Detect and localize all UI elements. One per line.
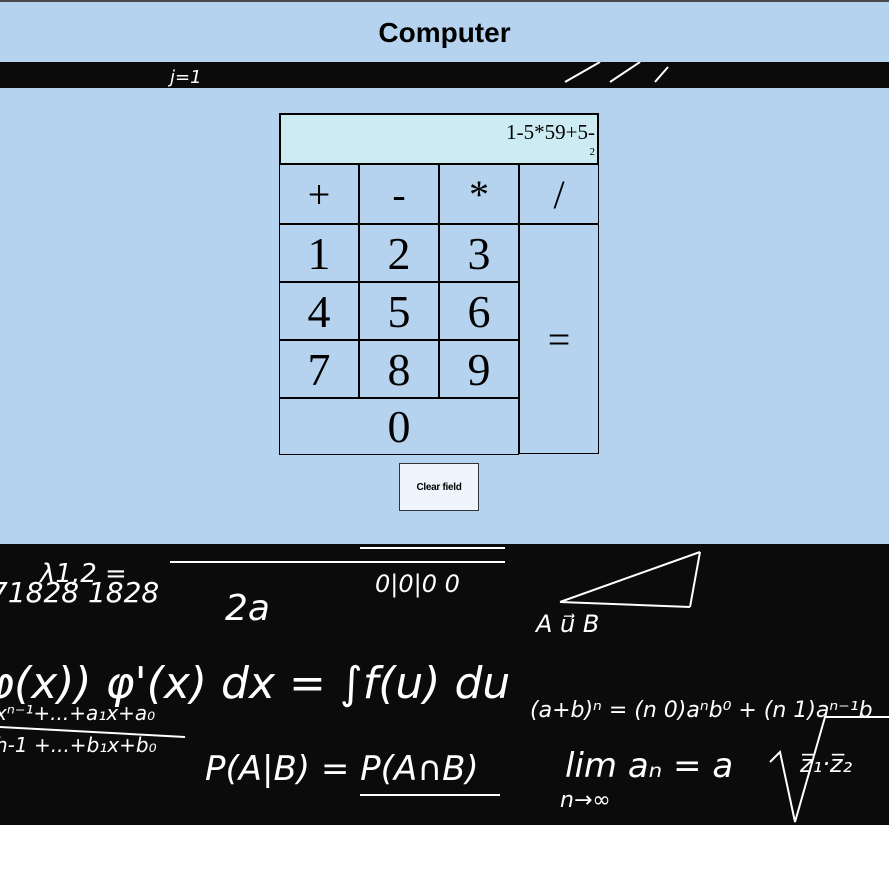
formula-text: 2a [225,588,270,629]
formula-text: (a+b)ⁿ = (n 0)aⁿb⁰ + (n 1)aⁿ⁻¹b [530,698,873,723]
display-subline: 2 [589,146,596,158]
formula-text: P(A|B) = P(A∩B) [205,749,479,789]
equals-button[interactable]: = [519,224,599,454]
formula-text: j=1 [167,67,202,88]
digit-2-button[interactable]: 2 [359,224,439,282]
formula-text: A u⃗ B [534,610,599,638]
digit-4-button[interactable]: 4 [279,282,359,340]
digit-8-button[interactable]: 8 [359,340,439,398]
page-title: Computer [378,17,511,48]
clear-field-button[interactable]: Clear field [399,463,479,511]
digit-9-button[interactable]: 9 [439,340,519,398]
display-expression: 1-5*59+5- [506,120,595,144]
calculator-panel: 1-5*59+5- 2 + - * / 1 2 3 4 5 6 7 8 9 0 … [0,88,889,544]
divide-button[interactable]: / [519,164,599,224]
digit-6-button[interactable]: 6 [439,282,519,340]
formula-text: z̅₁·z̅₂ [799,750,852,778]
digit-0-button[interactable]: 0 [279,398,519,455]
calculator-display: 1-5*59+5- 2 [279,113,599,165]
minus-button[interactable]: - [359,164,439,224]
formula-text: 0|0|0 0 [375,570,460,598]
formula-text: 71828 1828 [0,576,159,609]
digit-3-button[interactable]: 3 [439,224,519,282]
plus-button[interactable]: + [279,164,359,224]
formula-text: h-1 +...+b₁x+b₀ [0,733,157,757]
digit-7-button[interactable]: 7 [279,340,359,398]
page-header: Computer [0,2,889,62]
formula-text: xⁿ⁻¹+...+a₁x+a₀ [0,701,155,725]
formula-text: lim aₙ = a [565,746,733,786]
multiply-button[interactable]: * [439,164,519,224]
digit-5-button[interactable]: 5 [359,282,439,340]
formula-text: n→∞ [560,788,611,813]
digit-1-button[interactable]: 1 [279,224,359,282]
